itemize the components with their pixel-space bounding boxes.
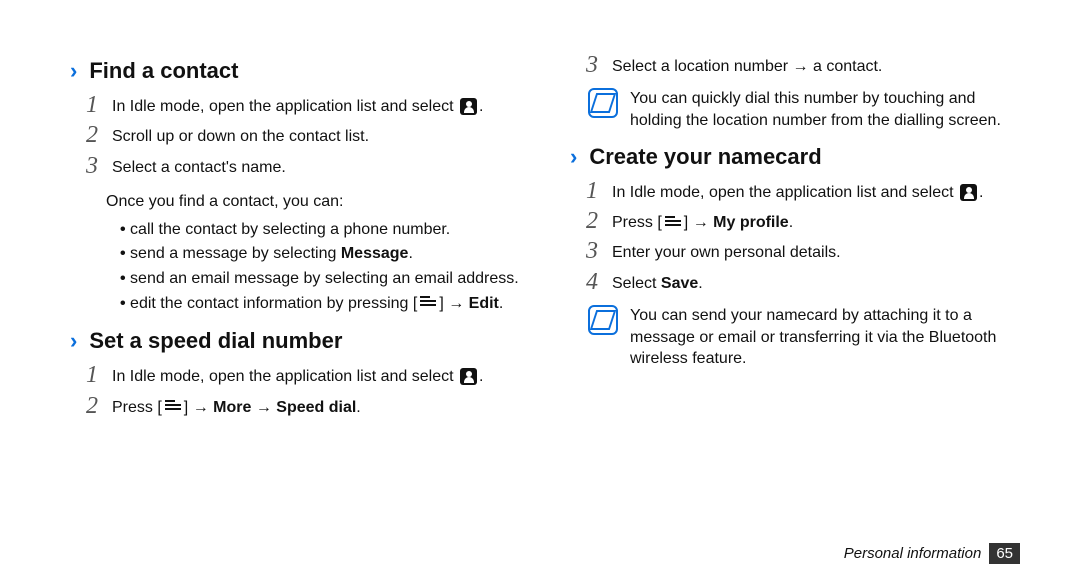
page-footer: Personal information 65: [844, 543, 1020, 564]
bullet-item: call the contact by selecting a phone nu…: [120, 219, 530, 241]
note-box: You can send your namecard by attaching …: [588, 303, 1030, 370]
chevron-icon: ›: [70, 330, 77, 352]
contacts-icon: [460, 98, 477, 115]
step-text: In Idle mode, open the application list …: [112, 364, 483, 388]
bullet-item: edit the contact information by pressing…: [120, 293, 530, 315]
step-item: 4 Select Save.: [570, 271, 1030, 297]
step-text: Select Save.: [612, 271, 703, 295]
step-number: 3: [584, 238, 598, 264]
step-number: 2: [84, 122, 98, 148]
chevron-icon: ›: [570, 146, 577, 168]
heading-text: Create your namecard: [589, 144, 821, 170]
heading-text: Find a contact: [89, 58, 238, 84]
step-number: 2: [584, 208, 598, 234]
note-box: You can quickly dial this number by touc…: [588, 86, 1030, 131]
bullet-item: send a message by selecting Message.: [120, 243, 530, 265]
step-item: 3 Select a contact's name.: [70, 155, 530, 181]
step-item: 3 Select a location number → a contact.: [570, 54, 1030, 80]
menu-icon: [420, 296, 436, 308]
left-column: › Find a contact 1 In Idle mode, open th…: [70, 50, 530, 530]
step-item: 3 Enter your own personal details.: [570, 240, 1030, 266]
section-heading-find: › Find a contact: [70, 58, 530, 84]
step-number: 1: [584, 178, 598, 204]
heading-text: Set a speed dial number: [89, 328, 342, 354]
right-column: 3 Select a location number → a contact. …: [570, 50, 1030, 530]
section-heading-namecard: › Create your namecard: [570, 144, 1030, 170]
menu-icon: [665, 216, 681, 228]
contacts-icon: [960, 184, 977, 201]
step-item: 2 Press [] → More → Speed dial.: [70, 395, 530, 421]
note-text: You can send your namecard by attaching …: [630, 303, 1030, 370]
footer-label: Personal information: [844, 545, 982, 562]
step-text: In Idle mode, open the application list …: [612, 180, 983, 204]
step-item: 2 Press [] → My profile.: [570, 210, 1030, 236]
step-item: 1 In Idle mode, open the application lis…: [70, 364, 530, 390]
step-number: 3: [584, 52, 598, 78]
step-number: 4: [584, 269, 598, 295]
paragraph: Once you find a contact, you can:: [106, 191, 500, 213]
step-number: 1: [84, 92, 98, 118]
contacts-icon: [460, 368, 477, 385]
note-icon: [588, 88, 618, 118]
step-number: 1: [84, 362, 98, 388]
note-text: You can quickly dial this number by touc…: [630, 86, 1030, 131]
step-text: Press [] → My profile.: [612, 210, 793, 234]
bullet-list: call the contact by selecting a phone nu…: [70, 219, 530, 314]
step-text: Select a contact's name.: [112, 155, 286, 179]
bullet-item: send an email message by selecting an em…: [120, 268, 530, 290]
chevron-icon: ›: [70, 60, 77, 82]
step-number: 2: [84, 393, 98, 419]
step-text: Enter your own personal details.: [612, 240, 841, 264]
step-number: 3: [84, 153, 98, 179]
step-text: Scroll up or down on the contact list.: [112, 124, 369, 148]
step-item: 2 Scroll up or down on the contact list.: [70, 124, 530, 150]
step-item: 1 In Idle mode, open the application lis…: [70, 94, 530, 120]
step-text: Press [] → More → Speed dial.: [112, 395, 361, 419]
page-number: 65: [989, 543, 1020, 564]
step-item: 1 In Idle mode, open the application lis…: [570, 180, 1030, 206]
step-text: Select a location number → a contact.: [612, 54, 882, 78]
section-heading-speed-dial: › Set a speed dial number: [70, 328, 530, 354]
step-text: In Idle mode, open the application list …: [112, 94, 483, 118]
note-icon: [588, 305, 618, 335]
menu-icon: [165, 400, 181, 412]
